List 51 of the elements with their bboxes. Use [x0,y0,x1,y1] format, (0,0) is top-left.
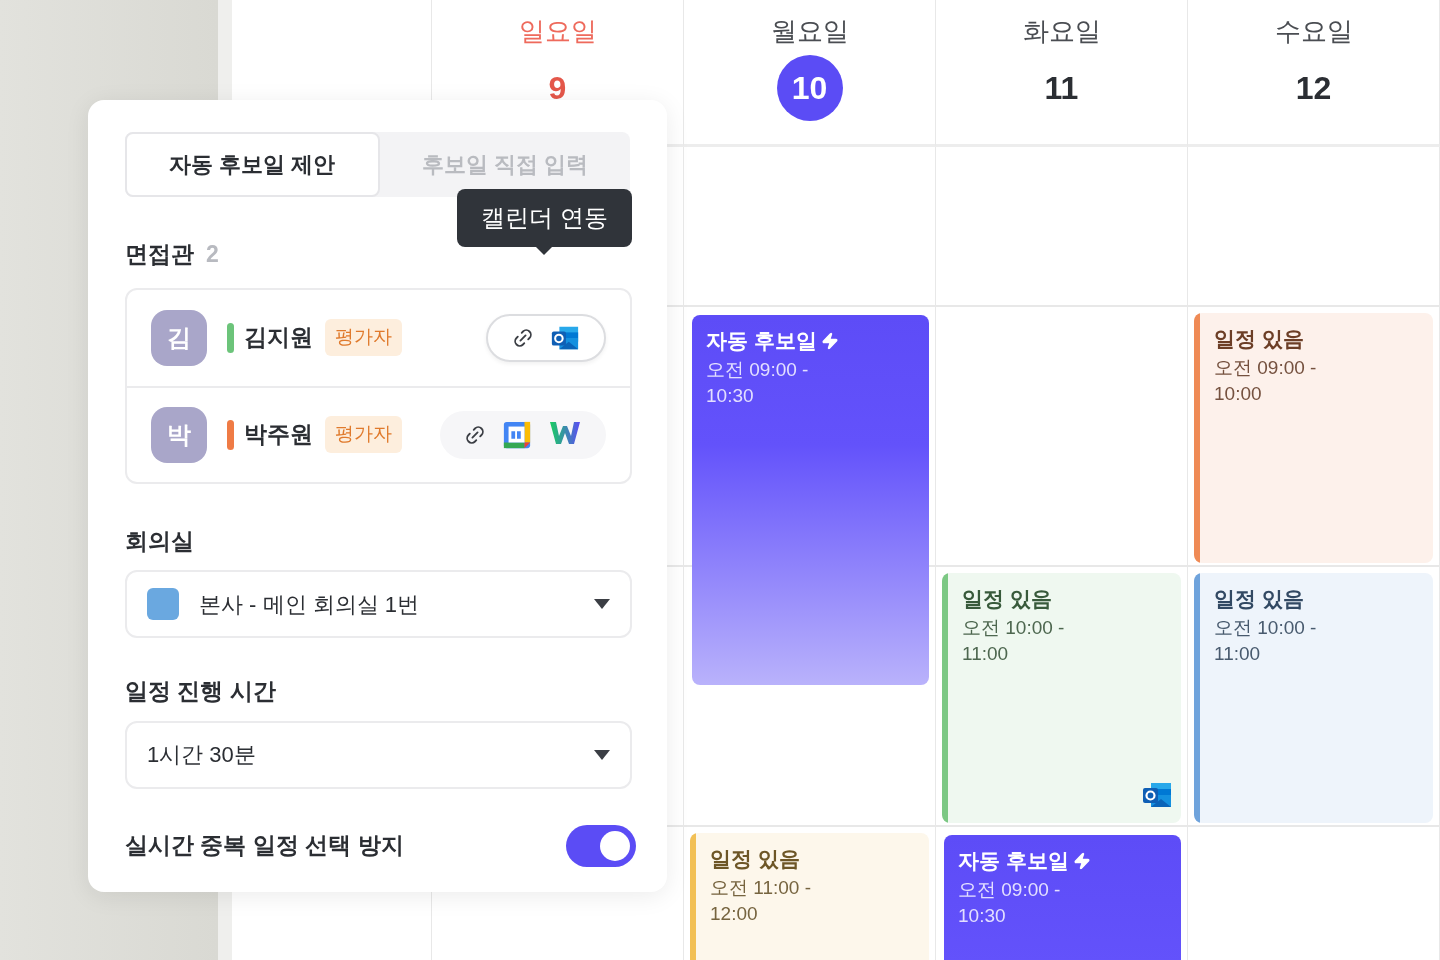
date-number[interactable]: 12 [1280,55,1347,121]
event-time: 오전 09:00 - 10:30 [958,877,1062,928]
event-time: 오전 10:00 - 11:00 [962,615,1066,666]
section-label: 일정 진행 시간 [125,677,277,706]
toggle-label: 실시간 중복 일정 선택 방지 [125,831,404,861]
date-number[interactable]: 11 [1028,55,1095,121]
event-title: 자동 후보일 [706,328,817,354]
bolt-icon [820,331,839,350]
role-badge: 평가자 [325,319,402,356]
toggle-switch[interactable] [566,824,636,867]
weekday-label: 월요일 [770,15,849,48]
bolt-icon [1072,851,1091,870]
event-time: 오전 09:00 - 10:30 [706,357,810,408]
dropdown-caret-icon [594,599,610,609]
busy-event[interactable]: 일정 있음 오전 10:00 - 11:00 [942,573,1181,823]
interviewer-count: 2 [206,240,219,269]
avatar: 박 [151,406,207,463]
suggested-event[interactable]: 자동 후보일 오전 09:00 - 10:30 [944,835,1181,960]
busy-event[interactable]: 일정 있음 오전 11:00 - 12:00 [690,833,929,960]
section-label: 회의실 [125,526,195,556]
busy-event[interactable]: 일정 있음 오전 09:00 - 10:00 [1194,313,1433,563]
avatar: 김 [151,309,207,366]
date-number[interactable]: 10 [776,55,843,121]
event-title: 자동 후보일 [958,848,1069,874]
tab[interactable]: 자동 후보일 제안 [125,132,380,197]
event-time: 오전 09:00 - 10:00 [1214,355,1318,406]
event-time: 오전 11:00 - 12:00 [710,875,813,926]
room-select[interactable]: 본사 - 메인 회의실 1번 [125,570,632,638]
calendar-links[interactable] [486,313,606,362]
dropdown-caret-icon [594,749,610,760]
tooltip: 캘린더 연동 [457,189,632,247]
event-time: 오전 10:00 - 11:00 [1214,615,1318,666]
suggested-event[interactable]: 자동 후보일 오전 09:00 - 10:30 [692,315,929,685]
duration-select[interactable]: 1시간 30분 [125,720,632,789]
calendar-links[interactable] [440,410,606,459]
weekday-label: 일요일 [518,15,597,48]
event-title: 일정 있음 [710,846,801,872]
event-title: 일정 있음 [1214,586,1305,612]
weekday-label: 화요일 [1022,15,1101,48]
section-label: 면접관 [125,240,194,269]
calendar-icon [502,419,532,450]
event-title: 일정 있음 [962,586,1053,612]
tooltip-pointer [536,247,553,255]
duration-value: 1시간 30분 [147,741,256,769]
busy-event[interactable]: 일정 있음 오전 10:00 - 11:00 [1194,573,1433,823]
role-badge: 평가자 [325,416,402,453]
interviewer-name: 김지원 [244,323,313,353]
event-title: 일정 있음 [1214,326,1305,352]
room-value: 본사 - 메인 회의실 1번 [199,590,419,619]
interviewer-name: 박주원 [244,420,313,450]
weekday-label: 수요일 [1274,15,1353,48]
